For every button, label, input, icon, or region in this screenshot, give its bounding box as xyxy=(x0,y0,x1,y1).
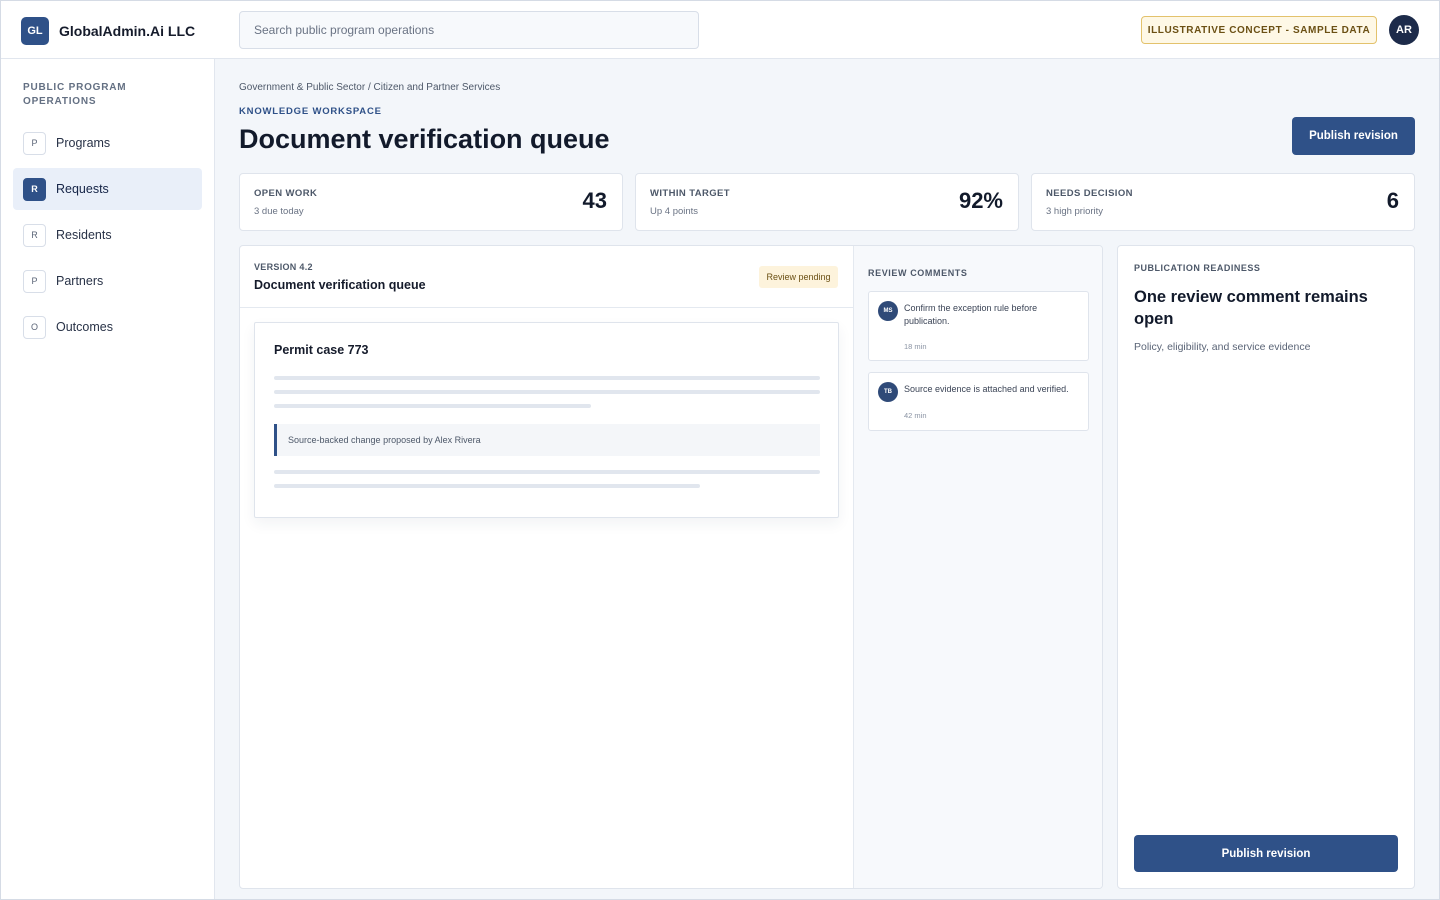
stat-card-needs-decision: NEEDS DECISION 3 high priority 6 xyxy=(1031,173,1415,231)
readiness-eyebrow: PUBLICATION READINESS xyxy=(1134,263,1261,273)
document-panel: VERSION 4.2 Document verification queue … xyxy=(239,245,1103,889)
case-title: Permit case 773 xyxy=(274,343,369,357)
sidebar-item-label: Programs xyxy=(56,136,111,150)
requests-icon: R xyxy=(23,177,46,201)
text-placeholder-line xyxy=(274,404,591,408)
partners-icon: P xyxy=(23,269,46,293)
sidebar: PUBLIC PROGRAM OPERATIONS P Programs R R… xyxy=(0,59,215,900)
stat-card-within-target: WITHIN TARGET Up 4 points 92% xyxy=(635,173,1019,231)
stat-subtext: 3 high priority xyxy=(1046,206,1104,217)
text-placeholder-line xyxy=(274,470,820,474)
search-input[interactable] xyxy=(254,23,698,37)
document-title: Document verification queue xyxy=(254,278,426,292)
text-placeholder-line xyxy=(274,376,820,380)
avatar: TB xyxy=(878,382,898,402)
sidebar-item-label: Partners xyxy=(56,274,104,288)
search-box xyxy=(239,11,699,49)
document-preview-card[interactable]: Permit case 773 Source-backed change pro… xyxy=(254,322,839,518)
page-title: Document verification queue xyxy=(239,124,610,154)
comment-time: 42 min xyxy=(904,411,927,420)
stat-value: 6 xyxy=(1386,188,1399,213)
document-version: VERSION 4.2 xyxy=(254,262,313,272)
comment-card[interactable]: MS Confirm the exception rule before pub… xyxy=(868,291,1089,361)
comment-text: Confirm the exception rule before public… xyxy=(904,303,1038,326)
brand-logo: GL xyxy=(21,16,49,45)
residents-icon: R xyxy=(23,223,46,247)
document-header: VERSION 4.2 Document verification queue … xyxy=(240,246,853,308)
brand-name: GlobalAdmin.Ai LLC xyxy=(59,22,196,39)
sidebar-item-label: Residents xyxy=(56,228,112,242)
status-badge: Review pending xyxy=(759,266,838,288)
outcomes-icon: O xyxy=(23,315,46,339)
stat-card-open-work: OPEN WORK 3 due today 43 xyxy=(239,173,623,231)
comment-card[interactable]: TB Source evidence is attached and verif… xyxy=(868,372,1089,431)
page-eyebrow: KNOWLEDGE WORKSPACE xyxy=(239,106,382,117)
sidebar-title: PUBLIC PROGRAM OPERATIONS xyxy=(23,82,127,107)
sidebar-item-label: Outcomes xyxy=(56,320,113,334)
comments-title: REVIEW COMMENTS xyxy=(868,268,968,278)
comment-text: Source evidence is attached and verified… xyxy=(904,384,1069,394)
text-placeholder-line xyxy=(274,484,700,488)
change-proposal-note[interactable]: Source-backed change proposed by Alex Ri… xyxy=(274,424,820,456)
sidebar-item-partners[interactable]: P Partners xyxy=(13,260,202,302)
breadcrumb[interactable]: Government & Public Sector / Citizen and… xyxy=(239,82,500,93)
stat-label: NEEDS DECISION xyxy=(1046,188,1133,199)
readiness-title: One review comment remains open xyxy=(1134,288,1368,328)
sample-data-badge: ILLUSTRATIVE CONCEPT - SAMPLE DATA xyxy=(1141,16,1377,44)
publication-readiness-panel: PUBLICATION READINESS One review comment… xyxy=(1117,245,1415,889)
stat-value: 92% xyxy=(958,188,1003,213)
sidebar-item-residents[interactable]: R Residents xyxy=(13,214,202,256)
sidebar-item-label: Requests xyxy=(56,182,109,196)
avatar: MS xyxy=(878,301,898,321)
stat-subtext: Up 4 points xyxy=(650,206,699,217)
sidebar-item-requests[interactable]: R Requests xyxy=(13,168,202,210)
sidebar-item-outcomes[interactable]: O Outcomes xyxy=(13,306,202,348)
stat-label: OPEN WORK xyxy=(254,188,318,199)
stat-value: 43 xyxy=(582,188,607,213)
document-editor: VERSION 4.2 Document verification queue … xyxy=(240,246,853,888)
publish-revision-button[interactable]: Publish revision xyxy=(1292,117,1415,155)
stat-subtext: 3 due today xyxy=(254,206,304,217)
brand[interactable]: GL GlobalAdmin.Ai LLC xyxy=(21,16,195,45)
top-bar: GL GlobalAdmin.Ai LLC ILLUSTRATIVE CONCE… xyxy=(0,0,1440,59)
user-avatar[interactable]: AR xyxy=(1389,15,1419,45)
publish-revision-button-secondary[interactable]: Publish revision xyxy=(1134,835,1398,872)
stat-label: WITHIN TARGET xyxy=(650,188,730,199)
readiness-subtitle: Policy, eligibility, and service evidenc… xyxy=(1134,341,1311,353)
comment-time: 18 min xyxy=(904,342,927,351)
review-comments-panel: REVIEW COMMENTS MS Confirm the exception… xyxy=(853,246,1102,888)
sidebar-item-programs[interactable]: P Programs xyxy=(13,122,202,164)
text-placeholder-line xyxy=(274,390,820,394)
programs-icon: P xyxy=(23,131,46,155)
